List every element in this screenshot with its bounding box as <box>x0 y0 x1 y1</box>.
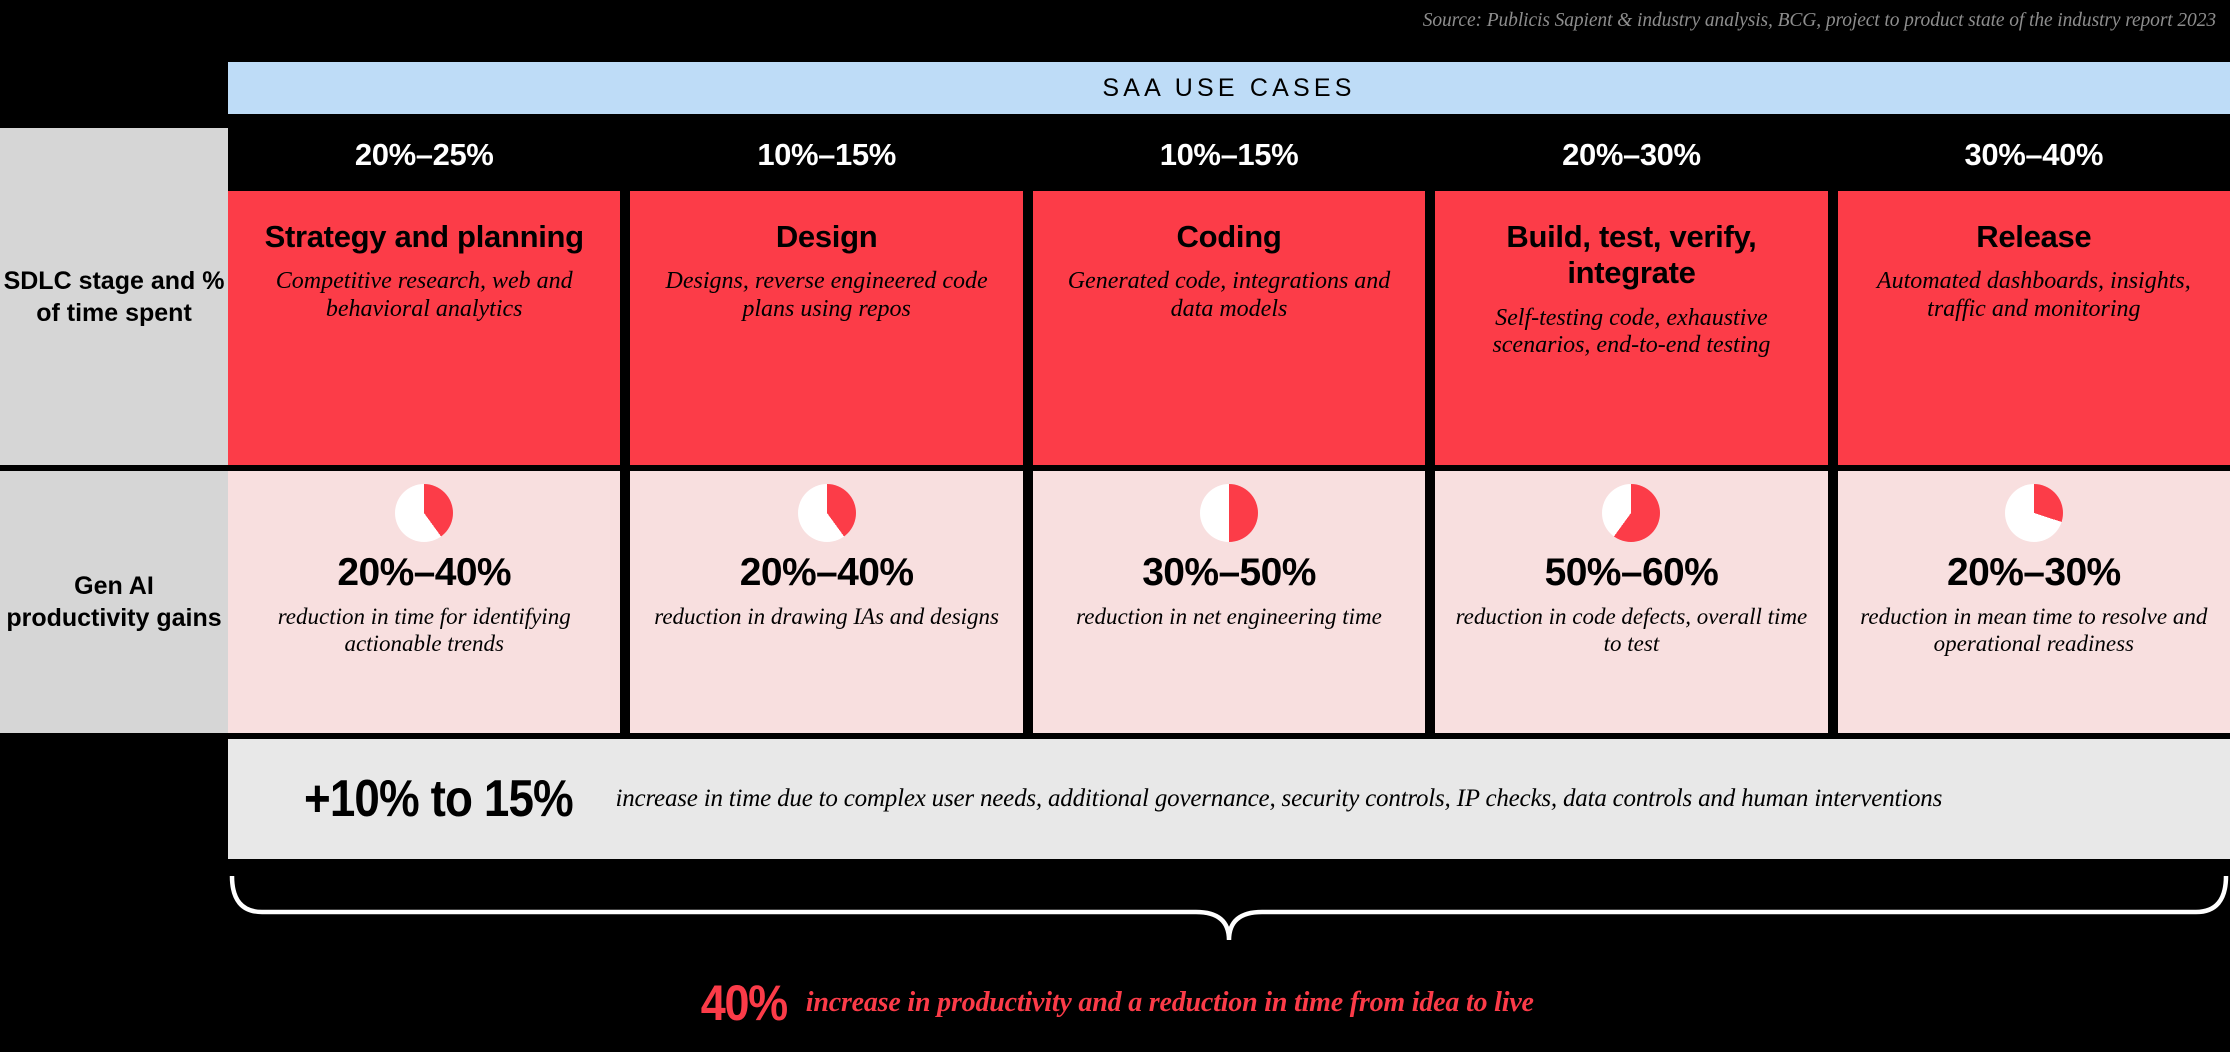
summary-brace <box>228 872 2230 944</box>
stage-card-row: Strategy and planning Competitive resear… <box>228 191 2230 465</box>
stage-subtitle: Generated code, integrations and data mo… <box>1067 268 1391 323</box>
gain-value: 30%–50% <box>1142 551 1316 594</box>
footer-value: 40% <box>700 975 788 1031</box>
gain-value: 20%–40% <box>739 551 914 594</box>
gain-description: reduction in drawing IAs and designs <box>654 604 999 629</box>
pie-chart-icon <box>1602 484 1661 542</box>
pie-chart-icon <box>1200 484 1259 542</box>
pie-chart-icon <box>395 484 454 542</box>
footer-summary: 40% increase in productivity and a reduc… <box>0 972 2230 1034</box>
footer-description: increase in productivity and a reduction… <box>805 987 1534 1018</box>
stage-subtitle: Competitive research, web and behavioral… <box>275 268 573 323</box>
increase-value: +10% to 15% <box>304 770 574 828</box>
gain-card: 20%–40% reduction in drawing IAs and des… <box>630 471 1023 733</box>
gain-description: reduction in net engineering time <box>1076 604 1382 629</box>
stage-card: Build, test, verify, integrate Self-test… <box>1435 191 1828 465</box>
time-percent-cell: 30%–40% <box>1964 137 2104 172</box>
pie-chart-icon <box>2004 484 2063 542</box>
sidebar-sdlc-text: SDLC stage and % of time spent <box>3 266 225 327</box>
gain-description: reduction in time for identifying action… <box>277 604 571 656</box>
gains-card-row: 20%–40% reduction in time for identifyin… <box>228 471 2230 733</box>
stage-card: Design Designs, reverse engineered code … <box>630 191 1023 465</box>
time-percent-row: 20%–25% 10%–15% 10%–15% 20%–30% 30%–40% <box>228 126 2230 184</box>
gain-description: reduction in code defects, overall time … <box>1455 604 1808 656</box>
brace-icon <box>228 872 2230 944</box>
stage-subtitle: Automated dashboards, insights, traffic … <box>1876 268 2191 323</box>
stage-subtitle: Designs, reverse engineered code plans u… <box>665 268 988 323</box>
pie-chart-icon <box>797 484 856 542</box>
time-percent-cell: 20%–25% <box>354 137 494 172</box>
stage-title: Build, test, verify, integrate <box>1506 219 1757 291</box>
stage-subtitle: Self-testing code, exhaustive scenarios,… <box>1492 304 1771 359</box>
gain-card: 20%–40% reduction in time for identifyin… <box>228 471 621 733</box>
sidebar-label-sdlc-stage: SDLC stage and % of time spent <box>0 128 228 465</box>
gain-value: 50%–60% <box>1544 551 1719 594</box>
stage-title: Strategy and planning <box>264 219 585 254</box>
infographic-root: Source: Publicis Sapient & industry anal… <box>0 0 2230 1052</box>
saa-use-cases-banner: SAA USE CASES <box>228 62 2230 114</box>
time-percent-cell: 20%–30% <box>1562 137 1701 172</box>
source-note: Source: Publicis Sapient & industry anal… <box>1422 10 2216 31</box>
stage-title: Design <box>775 219 878 254</box>
time-increase-band: +10% to 15% increase in time due to comp… <box>228 739 2230 859</box>
sidebar-label-genai-gains: Gen AI productivity gains <box>0 471 228 733</box>
gain-card: 50%–60% reduction in code defects, overa… <box>1435 471 1828 733</box>
gain-card: 20%–30% reduction in mean time to resolv… <box>1837 471 2230 733</box>
stage-title: Coding <box>1176 219 1282 254</box>
banner-label: SAA USE CASES <box>1102 73 1356 102</box>
sidebar-genai-text: Gen AI productivity gains <box>6 572 222 632</box>
increase-description: increase in time due to complex user nee… <box>615 785 1943 812</box>
stage-card: Release Automated dashboards, insights, … <box>1837 191 2230 465</box>
stage-card: Coding Generated code, integrations and … <box>1032 191 1426 465</box>
gain-value: 20%–40% <box>337 551 511 594</box>
stage-title: Release <box>1976 219 2092 254</box>
stage-card: Strategy and planning Competitive resear… <box>228 191 621 465</box>
gain-value: 20%–30% <box>1947 551 2121 594</box>
gain-card: 30%–50% reduction in net engineering tim… <box>1032 471 1426 733</box>
gain-description: reduction in mean time to resolve and op… <box>1860 604 2208 656</box>
time-percent-cell: 10%–15% <box>757 137 896 172</box>
time-percent-cell: 10%–15% <box>1159 137 1299 172</box>
